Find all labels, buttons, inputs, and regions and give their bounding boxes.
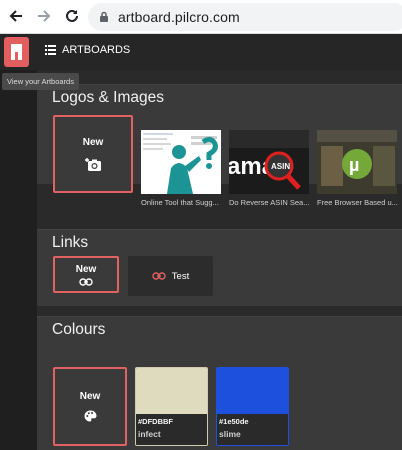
image-thumbnail[interactable]: µ Free Browser Based u... (317, 130, 398, 214)
image-thumbnail[interactable]: Online Tool that Sugg... (141, 130, 221, 214)
link-item[interactable]: Test (128, 256, 213, 296)
colour-name: infect (138, 429, 161, 439)
thumbnail-image: ama ASIN (229, 130, 309, 194)
lock-icon (100, 11, 108, 22)
arrow-right-icon (38, 10, 51, 22)
section-title: Colours (52, 321, 106, 338)
colour-swatch-card[interactable]: #DFDBBF infect (135, 367, 208, 446)
artboards-button[interactable]: ARTBOARDS (45, 44, 130, 56)
back-button[interactable] (6, 6, 26, 26)
list-icon (45, 45, 56, 55)
new-image-button[interactable]: New (53, 115, 133, 193)
colour-hex: #DFDBBF (138, 417, 173, 426)
section-title: Logos & Images (52, 89, 165, 106)
new-label: New (82, 136, 104, 148)
link-label: Test (171, 270, 190, 282)
section-title: Links (52, 234, 89, 251)
link-icon (79, 277, 93, 286)
add-photo-icon (85, 157, 101, 171)
forward-button[interactable] (34, 6, 54, 26)
new-label: New (79, 391, 101, 402)
sidebar (0, 70, 37, 450)
pilcro-logo-icon (10, 44, 22, 60)
colour-swatch (136, 368, 207, 414)
reload-button[interactable] (62, 6, 82, 26)
colour-name: slime (219, 429, 241, 439)
image-caption: Online Tool that Sugg... (141, 198, 219, 207)
tooltip: View your Artboards (2, 73, 79, 90)
logos-images-section: Logos & Images New Online Tool that Sugg… (37, 84, 402, 207)
thumbnail-image (141, 130, 221, 194)
links-section: Links New Test (37, 229, 402, 306)
new-link-button[interactable]: New (53, 256, 119, 293)
image-caption: Free Browser Based u... (317, 198, 398, 207)
browser-toolbar: artboard.pilcro.com (0, 0, 402, 34)
svg-text:µ: µ (349, 155, 359, 175)
colour-swatch-card[interactable]: #1e50de slime (216, 367, 289, 446)
colour-info: #1e50de slime (217, 414, 288, 445)
image-thumbnail[interactable]: ama ASIN Do Reverse ASIN Sea... (229, 130, 309, 214)
url-text: artboard.pilcro.com (118, 9, 240, 25)
palette-icon (84, 410, 96, 422)
reload-icon (66, 9, 78, 22)
image-caption: Do Reverse ASIN Sea... (229, 198, 310, 207)
colour-swatch (217, 368, 288, 414)
new-label: New (75, 263, 97, 275)
thumbnail-image: µ (317, 130, 397, 194)
new-colour-button[interactable]: New (53, 367, 127, 446)
colour-hex: #1e50de (219, 417, 249, 426)
main-content: Logos & Images New Online Tool that Sugg… (37, 70, 402, 450)
pilcro-logo[interactable] (4, 37, 29, 67)
colour-info: #DFDBBF infect (136, 414, 207, 445)
address-bar[interactable]: artboard.pilcro.com (88, 3, 402, 31)
arrow-left-icon (9, 10, 22, 22)
colours-section: Colours New #DFDBBF infect #1e50de slime (37, 316, 402, 450)
svg-text:ASIN: ASIN (271, 162, 290, 171)
link-icon (152, 272, 166, 280)
app-header: ARTBOARDS (0, 34, 402, 70)
artboards-label: ARTBOARDS (62, 44, 131, 56)
